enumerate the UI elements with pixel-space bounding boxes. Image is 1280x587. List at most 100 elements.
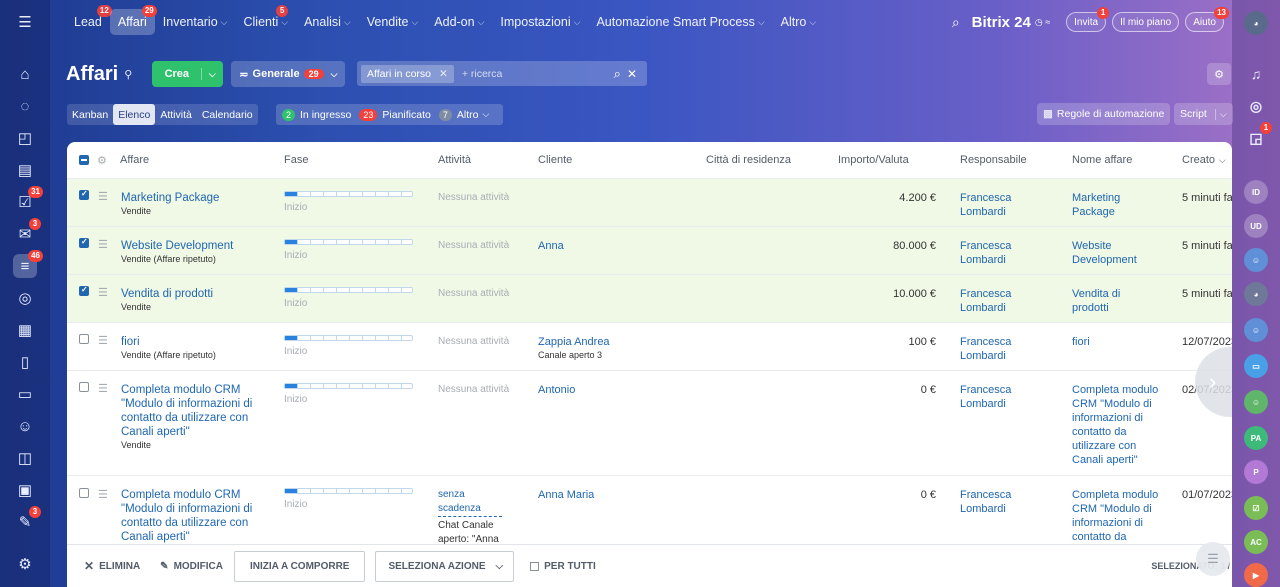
apply-to-all-checkbox[interactable]: PER TUTTI [530, 561, 596, 572]
delete-button[interactable]: ✕ ELIMINA [84, 559, 140, 573]
table-row[interactable]: ☰ Marketing PackageVendite Inizio Nessun… [67, 179, 1232, 227]
row-checkbox[interactable] [79, 285, 89, 296]
nav-deals[interactable]: Affari 29 [109, 5, 157, 35]
col-activity[interactable]: Attività [438, 142, 471, 178]
deal-name[interactable]: Marketing Package [1072, 191, 1164, 219]
search-input[interactable]: + ricerca [462, 68, 614, 80]
search-icon[interactable]: ⌕ [952, 14, 960, 31]
row-checkbox[interactable] [79, 237, 89, 248]
owner-link[interactable]: Francesca Lombardi [960, 488, 1040, 516]
deal-title[interactable]: fiori [121, 335, 271, 349]
drag-handle-icon[interactable]: ☰ [98, 190, 108, 203]
sites-icon[interactable]: ◫ [13, 446, 37, 470]
deal-name[interactable]: Completa modulo CRM "Modulo di informazi… [1072, 488, 1164, 544]
owner-link[interactable]: Francesca Lombardi [960, 239, 1040, 267]
col-city[interactable]: Città di residenza [706, 142, 791, 178]
select-action-dropdown[interactable]: SELEZIONA AZIONE ⌵ [375, 550, 515, 582]
plan-button[interactable]: Il mio piano [1112, 12, 1180, 32]
tasks-avatar[interactable]: ☑ [1244, 496, 1268, 520]
document-icon[interactable]: ▯ [13, 350, 37, 374]
contact-avatar[interactable]: PA [1244, 426, 1268, 450]
owner-link[interactable]: Francesca Lombardi [960, 287, 1040, 315]
drag-handle-icon[interactable]: ☰ [98, 488, 108, 501]
col-owner[interactable]: Responsabile [960, 142, 1027, 178]
owner-link[interactable]: Francesca Lombardi [960, 335, 1040, 363]
deal-name[interactable]: Website Development [1072, 239, 1164, 267]
row-checkbox[interactable] [79, 334, 89, 344]
notifications-icon[interactable]: ♫ [1244, 62, 1268, 86]
nav-lead[interactable]: Lead 12 [66, 5, 112, 35]
nav-sales[interactable]: Vendite ⌵ [359, 9, 427, 35]
col-name[interactable]: Nome affare [1072, 142, 1132, 178]
close-icon[interactable]: ✕ [439, 68, 448, 80]
select-all-checkbox[interactable] [79, 155, 89, 165]
counter-more[interactable]: 7 Altro ⌵ [438, 108, 489, 121]
drag-handle-icon[interactable]: ☰ [98, 286, 108, 299]
deal-title[interactable]: Completa modulo CRM "Modulo di informazi… [121, 383, 261, 439]
contacts-icon[interactable]: ☺ [13, 414, 37, 438]
table-row[interactable]: ☰ fiori Vendite (Affare ripetuto) Inizio … [67, 323, 1232, 371]
mail-icon[interactable]: ✉ 3 [13, 218, 41, 246]
col-deal[interactable]: Affare [120, 142, 149, 178]
create-button[interactable]: Crea ⌵ [152, 61, 224, 87]
calendar-icon[interactable]: ▦ [13, 318, 37, 342]
nav-smart-process[interactable]: Automazione Smart Process ⌵ [588, 9, 772, 35]
client-link[interactable]: Antonio [538, 383, 575, 397]
menu-icon[interactable]: ☰ [13, 10, 37, 34]
row-checkbox[interactable] [79, 382, 89, 392]
nav-settings[interactable]: Impostazioni ⌵ [492, 9, 588, 35]
storage-icon[interactable]: ▭ [13, 382, 37, 406]
user-avatar[interactable]: ◕ [1244, 11, 1268, 35]
tab-list[interactable]: Elenco [113, 104, 156, 125]
col-stage[interactable]: Fase [284, 142, 308, 178]
tab-kanban[interactable]: Kanban [67, 104, 113, 125]
deal-name[interactable]: Vendita di prodotti [1072, 287, 1152, 315]
compose-button[interactable]: INIZIA A COMPORRE [234, 550, 366, 582]
col-client[interactable]: Cliente [538, 142, 572, 178]
esign-icon[interactable]: ✎ 3 [13, 506, 41, 534]
deal-name[interactable]: Completa modulo CRM "Modulo di informazi… [1072, 383, 1164, 467]
row-checkbox[interactable] [79, 488, 89, 498]
settings-icon[interactable]: ⚙ [13, 552, 37, 576]
filter-preset-button[interactable]: ≂ Generale 29 ⌵ [231, 61, 346, 87]
chevron-down-icon[interactable]: ⌵ [202, 69, 222, 80]
stage-progress[interactable] [284, 488, 413, 494]
contact-avatar[interactable]: ◕ [1244, 282, 1268, 306]
edit-button[interactable]: ✎ MODIFICA [160, 561, 223, 572]
gear-icon[interactable]: ⚙ [97, 142, 107, 178]
copilot-icon[interactable]: ◎ [1244, 94, 1268, 118]
owner-link[interactable]: Francesca Lombardi [960, 191, 1040, 219]
deal-title[interactable]: Marketing Package [121, 191, 271, 205]
search-icon[interactable]: ⌕ [614, 66, 621, 82]
news-icon[interactable]: ▤ [13, 158, 37, 182]
chat-icon[interactable]: ◰ [13, 126, 37, 150]
table-row[interactable]: ☰ Vendita di prodottiVendite Inizio Ness… [67, 275, 1232, 323]
table-row[interactable]: ☰ Completa modulo CRM "Modulo di informa… [67, 371, 1232, 476]
group-avatar[interactable]: ☺ [1244, 390, 1268, 414]
group-avatar[interactable]: ☺ [1244, 318, 1268, 342]
client-link[interactable]: Zappia Andrea [538, 335, 610, 349]
tasks-icon[interactable]: ☑ 31 [13, 186, 43, 214]
drag-handle-icon[interactable]: ☰ [98, 238, 108, 251]
nav-inventory[interactable]: Inventario ⌵ [155, 9, 236, 35]
table-row[interactable]: ☰ Website DevelopmentVendite (Affare rip… [67, 227, 1232, 275]
contact-avatar[interactable]: P [1244, 460, 1268, 484]
nav-more[interactable]: Altro ⌵ [773, 9, 825, 35]
contact-avatar[interactable]: UD [1244, 214, 1268, 238]
deal-title[interactable]: Completa modulo CRM "Modulo di informazi… [121, 488, 261, 544]
deal-title[interactable]: Website Development [121, 239, 271, 253]
invite-button[interactable]: Invita 1 [1066, 7, 1110, 32]
nav-analytics[interactable]: Analisi ⌵ [296, 9, 359, 35]
row-checkbox[interactable] [79, 189, 89, 200]
drag-handle-icon[interactable]: ☰ [98, 334, 108, 347]
script-button[interactable]: Script ⌵ [1174, 103, 1233, 125]
help-button[interactable]: Aiuto 13 [1185, 7, 1229, 32]
video-avatar[interactable]: ▶ [1244, 563, 1268, 587]
nav-clients[interactable]: Clienti ⌵ 5 [236, 5, 297, 35]
tab-calendar[interactable]: Calendario [197, 104, 258, 125]
client-link[interactable]: Anna Maria [538, 488, 594, 502]
table-row[interactable]: ☰ Completa modulo CRM "Modulo di informa… [67, 476, 1232, 544]
booking-icon[interactable]: ▣ [13, 478, 37, 502]
contact-avatar[interactable]: ID [1244, 180, 1268, 204]
stage-progress[interactable] [284, 287, 413, 293]
